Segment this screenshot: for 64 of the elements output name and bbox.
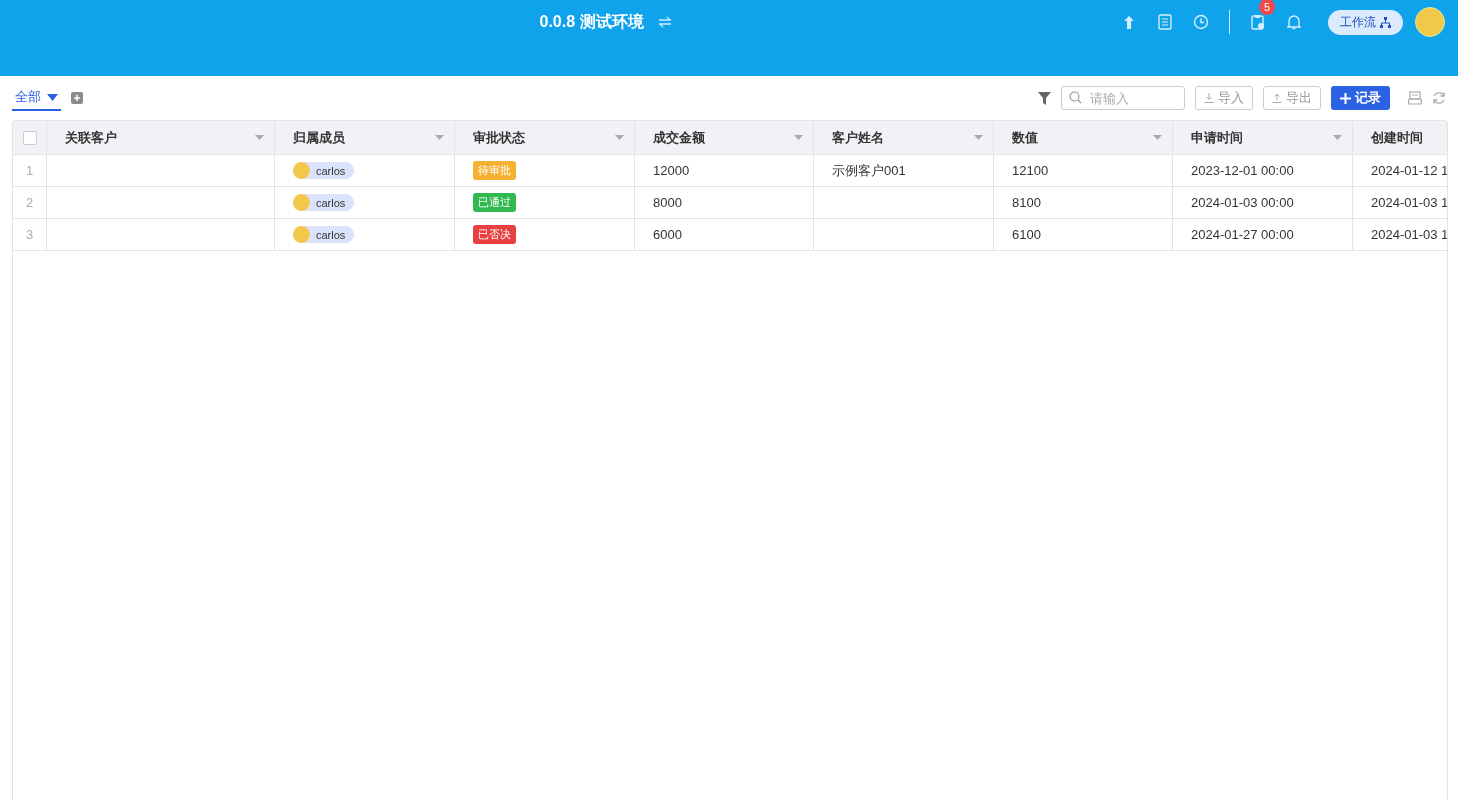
column-header[interactable]: 申请时间 (1191, 128, 1243, 147)
refresh-icon[interactable] (1432, 91, 1446, 105)
notification-badge: 5 (1259, 0, 1275, 15)
column-menu-caret-icon[interactable] (435, 135, 444, 140)
status-tag: 已否决 (473, 225, 516, 244)
column-menu-caret-icon[interactable] (255, 135, 264, 140)
member-chip: carlos (293, 194, 355, 211)
column-header[interactable]: 审批状态 (473, 128, 525, 147)
add-record-button[interactable]: 记录 (1331, 86, 1390, 110)
table-cell: 8100 (1012, 195, 1041, 210)
row-number: 3 (25, 227, 34, 242)
download-icon (1204, 93, 1214, 103)
column-menu-caret-icon[interactable] (1333, 135, 1342, 140)
row-number: 2 (25, 195, 34, 210)
table-cell: 2024-01-12 1 (1371, 163, 1447, 178)
plus-icon (1340, 92, 1351, 104)
row-number: 1 (25, 163, 34, 178)
column-menu-caret-icon[interactable] (615, 135, 624, 140)
table-cell: 2024-01-03 1 (1371, 227, 1447, 242)
search-icon (1069, 91, 1082, 104)
printer-icon[interactable] (1408, 91, 1422, 105)
upload-arrow-icon[interactable] (1123, 14, 1135, 30)
table-cell: 12000 (653, 163, 690, 178)
search-field[interactable]: 请输入 (1061, 86, 1185, 110)
table-cell: 6000 (653, 227, 682, 242)
bell-icon[interactable] (1287, 14, 1301, 30)
member-chip: carlos (293, 226, 355, 243)
table-cell: 6100 (1012, 227, 1041, 242)
column-header[interactable]: 成交金额 (653, 128, 705, 147)
table-cell: 示例客户001 (832, 161, 906, 180)
table-cell: 12100 (1012, 163, 1049, 178)
swap-icon[interactable] (657, 16, 672, 28)
hierarchy-icon (1380, 16, 1391, 28)
column-header[interactable]: 客户姓名 (832, 128, 884, 147)
column-menu-caret-icon[interactable] (974, 135, 983, 140)
add-view-icon[interactable] (71, 92, 83, 104)
table-cell: 2024-01-03 1 (1371, 195, 1447, 210)
member-avatar (293, 162, 310, 179)
view-tab[interactable]: 全部 (12, 85, 61, 111)
table-cell: 2024-01-27 00:00 (1191, 227, 1294, 242)
user-avatar[interactable] (1415, 7, 1445, 37)
filter-icon[interactable] (1038, 91, 1051, 105)
table-cell: 2024-01-03 00:00 (1191, 195, 1294, 210)
clipboard-icon[interactable] (1251, 14, 1265, 30)
column-header[interactable]: 关联客户 (65, 128, 117, 147)
column-menu-caret-icon[interactable] (1153, 135, 1162, 140)
dropdown-caret-icon (47, 93, 58, 101)
clock-icon[interactable] (1193, 14, 1209, 30)
status-tag: 已通过 (473, 193, 516, 212)
member-chip: carlos (293, 162, 355, 179)
table-cell: 2023-12-01 00:00 (1191, 163, 1294, 178)
upload-icon (1272, 93, 1282, 103)
member-avatar (293, 226, 310, 243)
document-icon[interactable] (1158, 14, 1172, 30)
workflow-button[interactable]: 工作流 (1328, 9, 1403, 35)
column-header[interactable]: 创建时间 (1371, 128, 1423, 147)
column-menu-caret-icon[interactable] (794, 135, 803, 140)
status-tag: 待审批 (473, 161, 516, 180)
select-all-checkbox[interactable] (22, 130, 37, 145)
member-avatar (293, 194, 310, 211)
table-cell: 8000 (653, 195, 682, 210)
column-header[interactable]: 数值 (1012, 128, 1038, 147)
environment-title: 0.0.8 测试环境 (539, 11, 644, 32)
column-header[interactable]: 归属成员 (293, 128, 345, 147)
